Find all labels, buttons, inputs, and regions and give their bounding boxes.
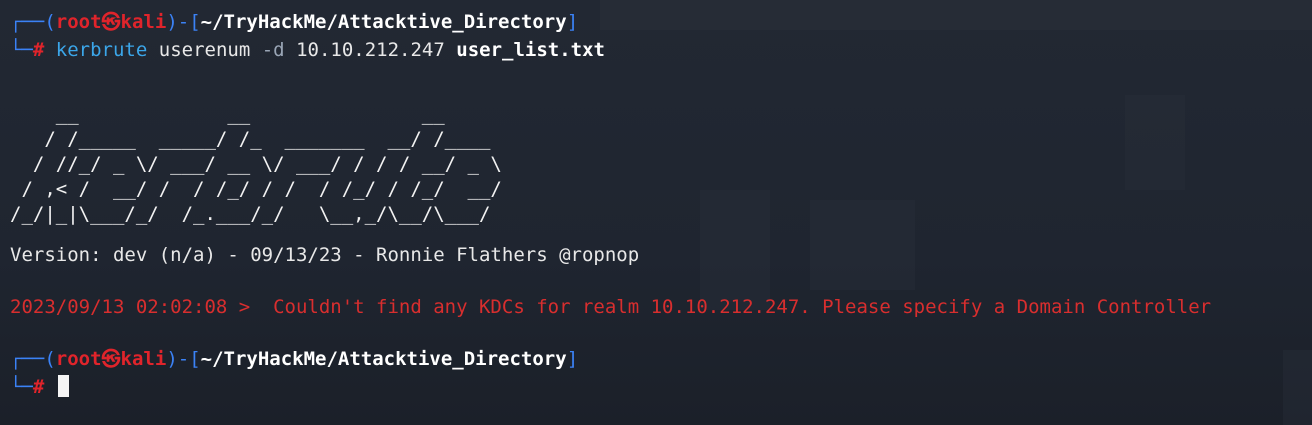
prompt-user: root — [55, 11, 102, 33]
prompt-host: kali — [120, 11, 167, 33]
prompt-path: ~/TryHackMe/Attacktive_Directory — [200, 11, 567, 33]
ascii-banner-line: / //_/ _ \/ ___/ __ \/ ___/ / / / __/ _ … — [10, 153, 502, 175]
ascii-banner: __ __ __ / /_____ _____/ /_ _______ __/ … — [10, 102, 1312, 227]
ascii-banner-line: /_/|_|\___/_/ /_.___/_/ \__,_/\__/\___/ — [10, 203, 502, 225]
prompt-user: root — [55, 348, 102, 370]
command-domain: 10.10.212.247 — [296, 39, 445, 61]
command-file: user_list.txt — [456, 39, 605, 61]
command-flag: -d — [261, 39, 285, 61]
prompt-line: ┌──(root㉿kali)-[~/TryHackMe/Attacktive_D… — [10, 11, 579, 33]
prompt-host: kali — [120, 348, 167, 370]
ascii-banner-line: / ,< / __/ / / /_/ / / / /_/ / /_/ __/ — [10, 178, 502, 200]
input-line[interactable]: └─# — [10, 373, 1312, 401]
command-line: └─# kerbrute userenum -d 10.10.212.247 u… — [10, 39, 605, 61]
error-line: 2023/09/13 02:02:08 > Couldn't find any … — [10, 296, 1212, 318]
prompt-symbol: # — [32, 39, 45, 61]
prompt-line: ┌──(root㉿kali)-[~/TryHackMe/Attacktive_D… — [10, 348, 579, 370]
prompt-path: ~/TryHackMe/Attacktive_Directory — [200, 348, 567, 370]
text-cursor[interactable] — [57, 375, 69, 397]
command-program: kerbrute — [55, 39, 148, 61]
prompt-at-symbol: ㉿ — [101, 11, 121, 33]
prompt-at-symbol: ㉿ — [101, 348, 121, 370]
command-subcommand: userenum — [158, 39, 251, 61]
prompt-symbol: # — [32, 376, 45, 398]
version-line: Version: dev (n/a) - 09/13/23 - Ronnie F… — [10, 244, 640, 266]
terminal-output[interactable]: ┌──(root㉿kali)-[~/TryHackMe/Attacktive_D… — [10, 8, 1312, 425]
ascii-banner-line: __ __ __ — [10, 103, 502, 125]
ascii-banner-line: / /_____ _____/ /_ _______ __/ /____ — [10, 128, 502, 150]
